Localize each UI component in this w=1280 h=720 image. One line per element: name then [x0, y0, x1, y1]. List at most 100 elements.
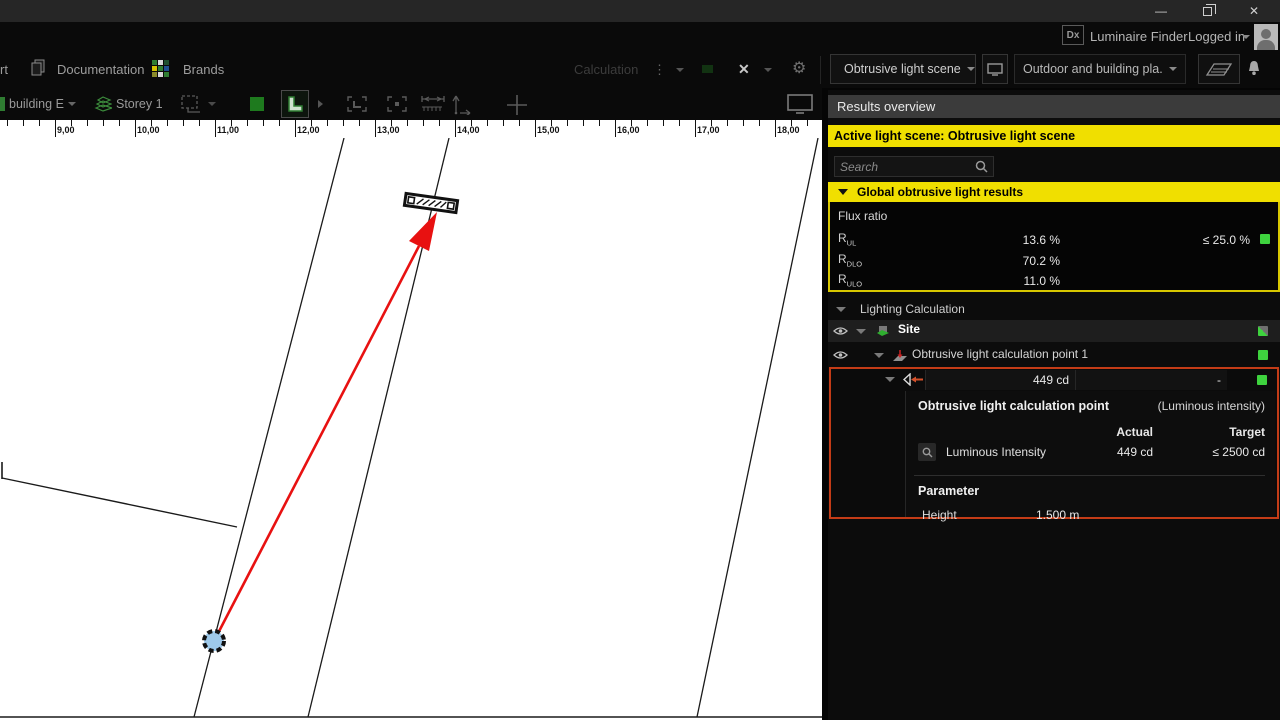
export-button-fragment[interactable]: rt: [0, 62, 8, 77]
ruler-minor-tick: [407, 120, 408, 126]
flux-row-actual: 13.6 %: [1023, 233, 1060, 247]
storey-selector[interactable]: Storey 1: [116, 97, 163, 111]
close-button[interactable]: ✕: [1231, 0, 1277, 22]
collapse-triangle-icon[interactable]: [885, 377, 895, 382]
measure-vertical-icon[interactable]: [450, 93, 474, 115]
collapse-triangle-icon: [836, 307, 846, 312]
title-bar: — ✕: [0, 0, 1280, 22]
chevron-down-icon[interactable]: [208, 102, 216, 106]
expand-right-icon[interactable]: [318, 100, 323, 108]
ruler-minor-tick: [87, 120, 88, 126]
flux-row-actual: 11.0 %: [1024, 274, 1060, 288]
ruler-label: 14,00: [457, 125, 480, 135]
notifications-button[interactable]: [1246, 59, 1262, 77]
more-options-icon[interactable]: ⋮: [653, 62, 666, 78]
inspect-button[interactable]: [918, 443, 936, 461]
collapse-triangle-icon[interactable]: [856, 329, 866, 334]
minimize-button[interactable]: —: [1138, 0, 1184, 22]
ruler-major-tick: [775, 120, 776, 137]
brands-tab[interactable]: Brands: [183, 62, 224, 77]
magnifier-icon: [922, 447, 933, 458]
ruler-major-tick: [215, 120, 216, 137]
avatar-head: [1261, 29, 1271, 39]
ruler-major-tick: [455, 120, 456, 137]
ruler-label: 16,00: [617, 125, 640, 135]
boundary-line-left: [2, 478, 237, 527]
search-input[interactable]: Search: [834, 156, 994, 177]
dialux-logo-icon: Dx: [1062, 25, 1084, 45]
collapse-triangle-icon[interactable]: [874, 353, 884, 358]
results-panel: Results overview Active light scene: Obt…: [828, 90, 1280, 720]
l-shape-tool-selected[interactable]: [281, 90, 309, 118]
chevron-down-icon[interactable]: [676, 68, 684, 72]
cad-canvas[interactable]: [0, 138, 822, 720]
parameter-name: Height: [918, 508, 1036, 522]
flux-row-target: ≤ 25.0 %: [1203, 233, 1250, 247]
luminaire-finder-link[interactable]: Luminaire Finder: [1090, 29, 1188, 44]
target-value-field[interactable]: -: [1075, 370, 1227, 390]
ruler-major-tick: [695, 120, 696, 137]
parameter-value[interactable]: 1.500 m: [1036, 508, 1079, 522]
gear-icon[interactable]: ⚙: [792, 58, 806, 78]
collapse-triangle-icon: [838, 189, 848, 195]
calc-point-label: Obtrusive light calculation point 1: [912, 347, 1088, 361]
luminaire-symbol[interactable]: [404, 193, 457, 212]
ruler-label: 9,00: [57, 125, 75, 135]
ruler-minor-tick: [183, 120, 184, 126]
flux-ratio-title: Flux ratio: [838, 209, 887, 223]
tree-row-calc-point[interactable]: Obtrusive light calculation point 1: [828, 345, 1280, 365]
fill-tool-icon[interactable]: [250, 97, 264, 111]
transform-tool-icon[interactable]: [180, 94, 206, 114]
light-scene-selector[interactable]: Obtrusive light scene: [830, 54, 976, 84]
chevron-down-icon[interactable]: [68, 102, 76, 106]
chevron-down-icon[interactable]: [1242, 35, 1250, 39]
ruler-label: 15,00: [537, 125, 560, 135]
ruler-minor-tick: [599, 120, 600, 126]
metric-actual-value: 449 cd: [1065, 445, 1153, 459]
metric-label: Luminous Intensity: [946, 445, 1065, 459]
global-results-header[interactable]: Global obtrusive light results: [828, 182, 1280, 202]
logged-in-menu[interactable]: Logged in: [1188, 29, 1245, 44]
selected-measurement-box[interactable]: 449 cd - Obtrusive light calculation poi…: [829, 367, 1279, 519]
ruler-major-tick: [615, 120, 616, 137]
maximize-button[interactable]: [1184, 0, 1230, 22]
sight-arrowhead-icon: [409, 212, 437, 251]
surface-tool-button[interactable]: [1198, 54, 1240, 84]
visibility-eye-icon[interactable]: [833, 326, 848, 336]
snap-center-tool-icon[interactable]: [386, 95, 408, 113]
site-label: Site: [898, 322, 920, 336]
crosshair-tool-icon[interactable]: [505, 93, 529, 117]
building-selector[interactable]: building E: [9, 97, 64, 111]
ruler-label: 17,00: [697, 125, 720, 135]
ruler-minor-tick: [743, 120, 744, 126]
ruler-label: 13,00: [377, 125, 400, 135]
flux-row-name: RUL: [838, 231, 856, 247]
documentation-tab[interactable]: Documentation: [57, 62, 144, 77]
flux-row-name: RDLO: [838, 252, 862, 268]
ruler-minor-tick: [247, 120, 248, 126]
chevron-down-icon[interactable]: [764, 68, 772, 72]
snap-corner-tool-icon[interactable]: [346, 95, 368, 113]
document-selector[interactable]: Outdoor and building pla...: [1014, 54, 1186, 84]
storey-icon: [94, 95, 112, 112]
tree-row-site[interactable]: Site: [828, 320, 1280, 342]
measure-horizontal-icon[interactable]: [420, 94, 446, 114]
metric-target-value: ≤ 2500 cd: [1153, 445, 1265, 459]
visibility-eye-icon[interactable]: [833, 350, 848, 360]
lighting-calculation-section[interactable]: Lighting Calculation: [828, 300, 1280, 320]
ruler-major-tick: [55, 120, 56, 137]
details-title: Obtrusive light calculation point: [918, 399, 1109, 413]
ruler-major-tick: [375, 120, 376, 137]
ruler-minor-tick: [327, 120, 328, 126]
cad-view-icon[interactable]: [786, 93, 814, 115]
cancel-icon[interactable]: ✕: [738, 61, 750, 78]
clipped-icon: [0, 97, 5, 111]
ruler-major-tick: [535, 120, 536, 137]
ruler-minor-tick: [423, 120, 424, 126]
scene-preview-button[interactable]: [982, 54, 1008, 84]
ruler-minor-tick: [583, 120, 584, 126]
measured-value-field[interactable]: 449 cd: [925, 370, 1075, 390]
avatar[interactable]: [1254, 24, 1278, 50]
scene-selector-label: Obtrusive light scene: [844, 62, 961, 76]
calculation-point-symbol[interactable]: [204, 631, 224, 651]
